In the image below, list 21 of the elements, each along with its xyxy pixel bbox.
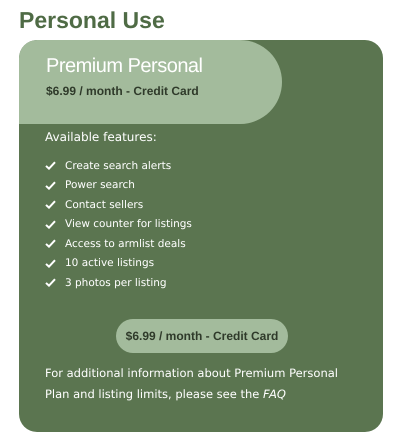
feature-text: 3 photos per listing — [65, 276, 167, 289]
feature-text: View counter for listings — [65, 218, 192, 230]
faq-link[interactable]: FAQ — [263, 386, 286, 400]
check-icon — [45, 278, 56, 288]
plan-price: $6.99 / month - Credit Card — [46, 84, 200, 98]
feature-text: Contact sellers — [65, 198, 144, 211]
section-heading: Personal Use — [19, 6, 166, 34]
subscribe-button[interactable]: $6.99 / month - Credit Card — [116, 318, 288, 352]
features-label: Available features: — [45, 130, 158, 144]
feature-text: 10 active listings — [65, 257, 154, 270]
info-text: For additional information about Premium Personal Plan and listing limits, please see the FAQ — [45, 364, 339, 402]
check-icon — [45, 239, 56, 248]
plan-name: Premium Personal — [46, 54, 204, 78]
feature-text: Create search alerts — [65, 160, 172, 172]
check-icon — [45, 161, 56, 170]
feature-text: Power search — [65, 179, 135, 192]
feature-text: Access to armlist deals — [65, 238, 186, 250]
check-icon — [45, 220, 56, 229]
check-icon — [45, 200, 56, 210]
check-icon — [45, 258, 56, 268]
check-icon — [45, 180, 56, 190]
